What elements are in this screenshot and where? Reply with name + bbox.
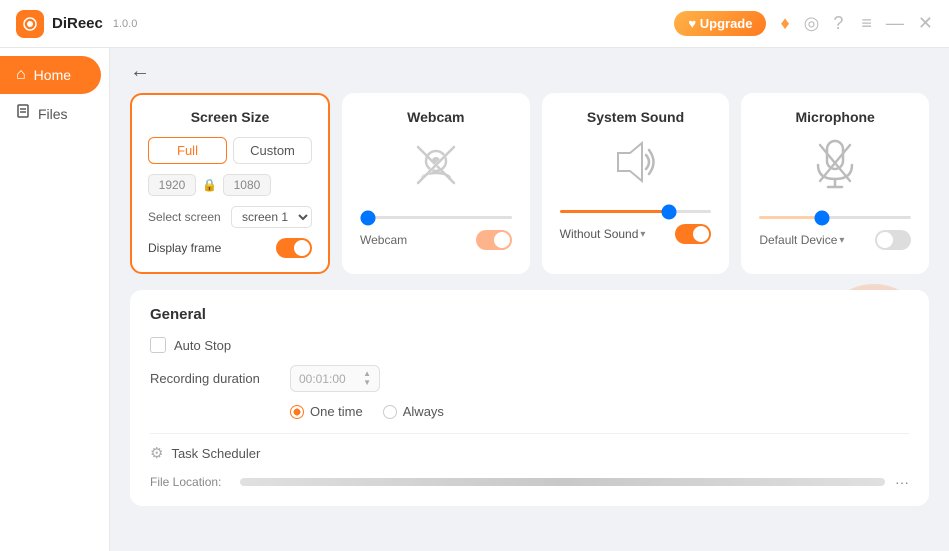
system-sound-title: System Sound	[587, 109, 684, 125]
display-frame-row: Display frame	[148, 238, 312, 258]
back-button[interactable]: ←	[130, 60, 150, 83]
screen-size-card: Screen Size Full Custom 🔒 Select screen	[130, 93, 330, 274]
time-down-arrow[interactable]: ▼	[363, 379, 371, 387]
speaker-icon-area	[608, 137, 664, 192]
sound-label-row: Without Sound ▾	[560, 224, 712, 244]
webcam-slider[interactable]	[360, 216, 512, 219]
task-gear-icon: ⚙	[150, 444, 163, 462]
sound-slider-row	[560, 200, 712, 218]
webcam-icon	[408, 137, 464, 193]
auto-stop-label: Auto Stop	[174, 338, 231, 353]
task-scheduler-row[interactable]: ⚙ Task Scheduler	[150, 444, 909, 462]
settings-circle-icon[interactable]: ◎	[804, 13, 820, 34]
general-title: General	[150, 306, 909, 323]
lock-icon: 🔒	[202, 178, 217, 192]
sound-slider[interactable]	[560, 210, 712, 213]
auto-stop-row: Auto Stop	[150, 337, 909, 353]
screen-size-title: Screen Size	[148, 109, 312, 125]
webcam-icon-area	[408, 137, 464, 198]
one-time-label: One time	[310, 404, 363, 419]
sound-dropdown-arrow[interactable]: ▾	[640, 229, 645, 240]
always-radio[interactable]	[383, 405, 397, 419]
divider	[150, 433, 909, 434]
minimize-icon[interactable]: —	[886, 13, 904, 34]
content-inner: ← Screen Size Full Custom 🔒	[130, 60, 929, 506]
mic-slider[interactable]	[759, 216, 911, 219]
app-version-label: 1.0.0	[113, 18, 137, 30]
webcam-toggle[interactable]	[476, 230, 512, 250]
window-controls: ≡ — ✕	[861, 13, 933, 34]
duration-input-field[interactable]: 00:01:00 ▲ ▼	[290, 365, 380, 392]
recording-duration-label: Recording duration	[150, 371, 280, 386]
always-option[interactable]: Always	[383, 404, 444, 419]
speaker-icon	[608, 137, 664, 187]
webcam-card: Webcam	[342, 93, 530, 274]
webcam-slider-row	[360, 206, 512, 224]
one-time-option[interactable]: One time	[290, 404, 363, 419]
file-location-label: File Location:	[150, 475, 230, 489]
system-sound-card: System Sound	[542, 93, 730, 274]
sidebar: ⌂ Home Files	[0, 48, 110, 551]
webcam-title: Webcam	[407, 109, 464, 125]
files-icon	[16, 104, 30, 123]
main-content: ← Screen Size Full Custom 🔒	[110, 48, 949, 551]
file-more-options[interactable]: ···	[895, 474, 909, 490]
width-input[interactable]	[148, 174, 196, 196]
help-icon[interactable]: ?	[833, 13, 843, 34]
main-layout: ⌂ Home Files ← Screen Size	[0, 48, 949, 551]
time-up-arrow[interactable]: ▲	[363, 370, 371, 378]
screen-select[interactable]: screen 1 screen 2	[231, 206, 312, 228]
close-icon[interactable]: ✕	[918, 13, 933, 34]
duration-value: 00:01:00	[299, 372, 346, 386]
resolution-row: 🔒	[148, 174, 312, 196]
upgrade-button[interactable]: ♥ Upgrade	[674, 11, 766, 36]
always-label: Always	[403, 404, 444, 419]
select-screen-row: Select screen screen 1 screen 2	[148, 206, 312, 228]
select-screen-label: Select screen	[148, 210, 221, 224]
app-logo-icon	[16, 10, 44, 38]
sidebar-home-label: Home	[34, 67, 71, 83]
cards-row: Screen Size Full Custom 🔒 Select screen	[130, 93, 929, 274]
one-time-radio[interactable]	[290, 405, 304, 419]
sidebar-item-files[interactable]: Files	[0, 94, 101, 133]
diamond-icon[interactable]: ♦	[780, 13, 789, 34]
mic-label-row: Default Device ▾	[759, 230, 911, 250]
mic-toggle[interactable]	[875, 230, 911, 250]
sound-toggle[interactable]	[675, 224, 711, 244]
display-frame-label: Display frame	[148, 241, 221, 255]
mic-dropdown-arrow[interactable]: ▾	[839, 235, 844, 246]
file-location-row: File Location: ···	[150, 474, 909, 490]
mic-icon	[810, 137, 860, 193]
title-bar: DiReec 1.0.0 ♥ Upgrade ♦ ◎ ? ≡ — ✕	[0, 0, 949, 48]
sound-select-label: Without Sound	[560, 227, 639, 241]
size-buttons: Full Custom	[148, 137, 312, 164]
sidebar-item-home[interactable]: ⌂ Home	[0, 56, 101, 94]
file-path-bar	[240, 478, 885, 486]
webcam-label-row: Webcam	[360, 230, 512, 250]
custom-size-button[interactable]: Custom	[233, 137, 312, 164]
menu-icon[interactable]: ≡	[861, 13, 872, 34]
full-size-button[interactable]: Full	[148, 137, 227, 164]
home-icon: ⌂	[16, 66, 26, 84]
microphone-title: Microphone	[796, 109, 875, 125]
title-bar-actions: ♥ Upgrade ♦ ◎ ? ≡ — ✕	[674, 11, 933, 36]
app-logo: DiReec 1.0.0	[16, 10, 137, 38]
microphone-card: Microphone	[741, 93, 929, 274]
general-section: General Auto Stop Recording duration 00:…	[130, 290, 929, 506]
height-input[interactable]	[223, 174, 271, 196]
time-arrows: ▲ ▼	[363, 370, 371, 387]
repeat-options-row: One time Always	[290, 404, 909, 419]
duration-row: Recording duration 00:01:00 ▲ ▼	[150, 365, 909, 392]
auto-stop-checkbox[interactable]	[150, 337, 166, 353]
task-scheduler-label: Task Scheduler	[171, 446, 260, 461]
mic-device-label: Default Device	[759, 233, 837, 247]
mic-slider-row	[759, 206, 911, 224]
webcam-label: Webcam	[360, 233, 407, 247]
mic-icon-area	[810, 137, 860, 198]
app-name-label: DiReec	[52, 15, 103, 32]
sidebar-files-label: Files	[38, 106, 68, 122]
display-frame-toggle[interactable]	[276, 238, 312, 258]
cards-and-rec-wrapper: Screen Size Full Custom 🔒 Select screen	[130, 93, 929, 274]
